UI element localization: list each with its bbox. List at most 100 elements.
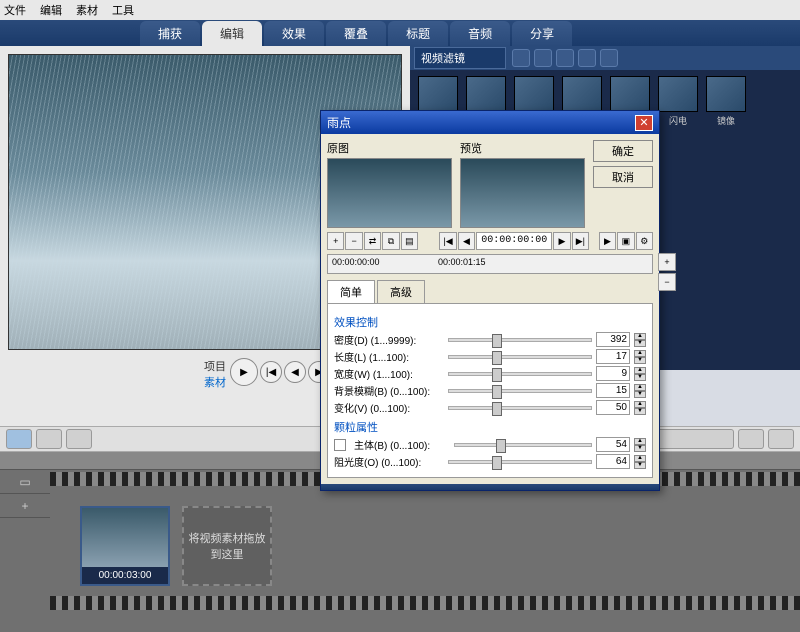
view-icon[interactable] <box>556 49 574 67</box>
tab-share[interactable]: 分享 <box>512 21 572 46</box>
body-slider[interactable] <box>454 443 592 447</box>
keyframe-toolbar: + − ⇄ ⧉ ▤ |◀ ◀ 00:00:00:00 ▶ ▶| ▶ ▣ ⚙ <box>327 232 653 250</box>
tab-effect[interactable]: 效果 <box>264 21 324 46</box>
original-label: 原图 <box>327 140 452 156</box>
group-effect-control: 效果控制 <box>334 314 646 330</box>
sort-icon[interactable] <box>534 49 552 67</box>
play-button[interactable]: ▶ <box>230 358 258 386</box>
filter-item[interactable]: 镜像 <box>704 76 748 127</box>
track-plus-icon[interactable]: + <box>0 494 50 518</box>
prev-frame-button[interactable]: ◀ <box>284 361 306 383</box>
clip-thumbnail[interactable]: 00:00:03:00 <box>80 506 170 586</box>
params-panel: 效果控制 密度(D) (1...9999): ▲▼ 长度(L) (1...100)… <box>327 304 653 478</box>
length-label: 长度(L) (1...100): <box>334 349 444 364</box>
zoom-out-icon[interactable]: − <box>658 273 676 291</box>
kf-paste-icon[interactable]: ▤ <box>401 232 418 250</box>
folder-icon[interactable] <box>512 49 530 67</box>
tab-overlay[interactable]: 覆叠 <box>326 21 386 46</box>
zoom-in-icon[interactable]: + <box>658 253 676 271</box>
body-label: 主体(B) (0...100): <box>354 437 450 452</box>
keyframe-ruler[interactable]: 00:00:00:00 00:00:01:15 + − <box>327 254 653 274</box>
menu-file[interactable]: 文件 <box>4 2 26 18</box>
group-particle: 颗粒属性 <box>334 419 646 435</box>
refresh-icon[interactable] <box>578 49 596 67</box>
settings-icon[interactable]: ⚙ <box>636 232 653 250</box>
tab-capture[interactable]: 捕获 <box>140 21 200 46</box>
tab-audio[interactable]: 音频 <box>450 21 510 46</box>
storyboard-track[interactable]: 00:00:03:00 将视频素材拖放到这里 <box>50 486 800 586</box>
timeline-view-button[interactable] <box>36 429 62 449</box>
original-preview[interactable] <box>327 158 452 228</box>
density-label: 密度(D) (1...9999): <box>334 332 444 347</box>
filmstrip-bottom <box>50 596 800 610</box>
variation-spinner[interactable]: ▲▼ <box>634 401 646 415</box>
kf-add-icon[interactable]: + <box>327 232 344 250</box>
library-bar: 视频滤镜 <box>410 46 800 70</box>
density-field[interactable] <box>596 332 630 347</box>
menu-tools[interactable]: 工具 <box>112 2 134 18</box>
label-project: 项目 <box>204 358 226 374</box>
kf-next-icon[interactable]: ▶ <box>553 232 570 250</box>
step-tabs: 捕获 编辑 效果 覆叠 标题 音频 分享 <box>0 20 800 46</box>
width-label: 宽度(W) (1...100): <box>334 366 444 381</box>
close-button[interactable]: ✕ <box>635 115 653 131</box>
drop-target[interactable]: 将视频素材拖放到这里 <box>182 506 272 586</box>
cancel-button[interactable]: 取消 <box>593 166 653 188</box>
audio-view-button[interactable] <box>66 429 92 449</box>
clip-image <box>82 508 168 567</box>
clip-duration: 00:00:03:00 <box>82 567 168 584</box>
track-video-icon[interactable]: ▭ <box>0 470 50 494</box>
opacity-field[interactable] <box>596 454 630 469</box>
bgblur-slider[interactable] <box>448 389 592 393</box>
tab-edit[interactable]: 编辑 <box>202 21 262 46</box>
width-field[interactable] <box>596 366 630 381</box>
play-icon[interactable]: ▶ <box>599 232 616 250</box>
menu-edit[interactable]: 编辑 <box>40 2 62 18</box>
bgblur-field[interactable] <box>596 383 630 398</box>
ruler-start: 00:00:00:00 <box>332 257 380 267</box>
filter-item[interactable]: 闪电 <box>656 76 700 127</box>
width-slider[interactable] <box>448 372 592 376</box>
tab-title[interactable]: 标题 <box>388 21 448 46</box>
dialog-titlebar[interactable]: 雨点 ✕ <box>321 111 659 134</box>
storyboard-view-button[interactable] <box>6 429 32 449</box>
rain-filter-dialog: 雨点 ✕ 原图 预览 确定 取消 + − ⇄ ⧉ ▤ |◀ ◀ <box>320 110 660 491</box>
bgblur-spinner[interactable]: ▲▼ <box>634 384 646 398</box>
length-field[interactable] <box>596 349 630 364</box>
result-preview[interactable] <box>460 158 585 228</box>
label-clip[interactable]: 素材 <box>204 374 226 390</box>
fit-button[interactable] <box>738 429 764 449</box>
dialog-footer <box>321 484 659 490</box>
density-spinner[interactable]: ▲▼ <box>634 333 646 347</box>
opacity-spinner[interactable]: ▲▼ <box>634 455 646 469</box>
tool-button[interactable] <box>768 429 794 449</box>
length-slider[interactable] <box>448 355 592 359</box>
dialog-title: 雨点 <box>327 114 351 131</box>
go-start-button[interactable]: |◀ <box>260 361 282 383</box>
tab-advanced[interactable]: 高级 <box>377 280 425 303</box>
length-spinner[interactable]: ▲▼ <box>634 350 646 364</box>
timecode-field[interactable]: 00:00:00:00 <box>476 232 552 250</box>
play-device-icon[interactable]: ▣ <box>617 232 634 250</box>
kf-copy-icon[interactable]: ⧉ <box>382 232 399 250</box>
variation-field[interactable] <box>596 400 630 415</box>
body-checkbox[interactable] <box>334 439 346 451</box>
width-spinner[interactable]: ▲▼ <box>634 367 646 381</box>
expand-icon[interactable] <box>600 49 618 67</box>
variation-slider[interactable] <box>448 406 592 410</box>
density-slider[interactable] <box>448 338 592 342</box>
kf-last-icon[interactable]: ▶| <box>572 232 589 250</box>
bgblur-label: 背景模糊(B) (0...100): <box>334 383 444 398</box>
kf-reverse-icon[interactable]: ⇄ <box>364 232 381 250</box>
ok-button[interactable]: 确定 <box>593 140 653 162</box>
opacity-label: 阻光度(O) (0...100): <box>334 454 444 469</box>
kf-prev-icon[interactable]: ◀ <box>458 232 475 250</box>
kf-del-icon[interactable]: − <box>345 232 362 250</box>
library-category-select[interactable]: 视频滤镜 <box>414 47 506 69</box>
tab-simple[interactable]: 简单 <box>327 280 375 303</box>
body-field[interactable] <box>596 437 630 452</box>
menu-clip[interactable]: 素材 <box>76 2 98 18</box>
body-spinner[interactable]: ▲▼ <box>634 438 646 452</box>
kf-first-icon[interactable]: |◀ <box>439 232 456 250</box>
opacity-slider[interactable] <box>448 460 592 464</box>
